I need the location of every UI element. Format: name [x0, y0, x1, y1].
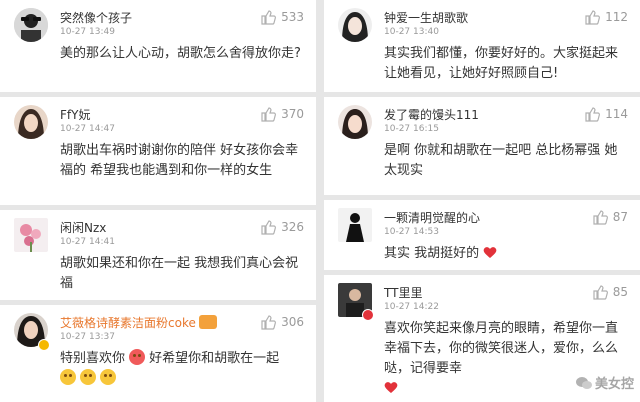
smile-emoji-icon	[60, 369, 76, 385]
username[interactable]: 发了霉的馒头111	[384, 106, 479, 123]
verified-badge-icon	[38, 339, 50, 351]
like-button[interactable]: 370	[260, 106, 304, 122]
avatar[interactable]	[338, 208, 372, 242]
thumbs-up-icon	[585, 107, 601, 122]
username[interactable]: 艾薇格诗酵素洁面粉coke	[60, 314, 217, 331]
like-button[interactable]: 112	[584, 9, 628, 25]
comment-card: 钟爱一生胡歌歌 10-27 13:40 112 其实我们都懂，你要好好的。大家挺…	[324, 0, 640, 92]
smile-emoji-icon	[80, 369, 96, 385]
comment-card: FfY妧 10-27 14:47 370 胡歌出车祸时谢谢你的陪伴 好女孩你会幸…	[0, 97, 316, 205]
username[interactable]: 突然像个孩子	[60, 9, 132, 26]
thumbs-up-icon	[261, 10, 277, 25]
comment-text: 特别喜欢你 好希望你和胡歌在一起	[60, 349, 306, 389]
avatar[interactable]	[14, 105, 48, 139]
username[interactable]: TT里里	[384, 284, 422, 301]
like-button[interactable]: 85	[592, 284, 628, 300]
like-button[interactable]: 87	[592, 209, 628, 225]
comment-text: 美的那么让人心动，胡歌怎么舍得放你走?	[60, 46, 301, 61]
timestamp: 10-27 14:47	[60, 124, 115, 134]
timestamp: 10-27 13:40	[384, 27, 439, 37]
like-count: 87	[612, 210, 628, 224]
like-button[interactable]: 326	[260, 219, 304, 235]
comment-text: 是啊 你就和胡歌在一起吧 总比杨幂强 她太现实	[384, 143, 618, 178]
comment-text: 胡歌如果还和你在一起 我想我们真心会祝福	[60, 256, 299, 291]
like-button[interactable]: 533	[260, 9, 304, 25]
comment-text-part: 其实 我胡挺好的	[384, 246, 480, 261]
comment-text-part: 特别喜欢你	[60, 351, 126, 366]
timestamp: 10-27 14:41	[60, 237, 115, 247]
username[interactable]: FfY妧	[60, 106, 90, 123]
username-label: 艾薇格诗酵素洁面粉coke	[60, 316, 196, 330]
like-button[interactable]: 306	[260, 314, 304, 330]
timestamp: 10-27 13:37	[60, 332, 115, 342]
username[interactable]: 钟爱一生胡歌歌	[384, 9, 468, 26]
thumbs-up-icon	[593, 210, 608, 225]
heart-eyes-emoji-icon	[129, 349, 146, 365]
avatar[interactable]	[14, 218, 48, 252]
username[interactable]: 闲闲Nzx	[60, 219, 106, 236]
like-count: 114	[605, 107, 628, 121]
comment-text-part: 好希望你和胡歌在一起	[149, 351, 280, 366]
comment-card: 艾薇格诗酵素洁面粉coke 10-27 13:37 306 特别喜欢你 好希望你…	[0, 305, 316, 402]
left-comment-column: 突然像个孩子 10-27 13:49 533 美的那么让人心动，胡歌怎么舍得放你…	[0, 0, 316, 402]
thumbs-up-icon	[261, 315, 277, 330]
thumbs-up-icon	[585, 10, 601, 25]
member-crown-icon	[198, 315, 217, 329]
comment-card: 突然像个孩子 10-27 13:49 533 美的那么让人心动，胡歌怎么舍得放你…	[0, 0, 316, 92]
right-comment-column: 钟爱一生胡歌歌 10-27 13:40 112 其实我们都懂，你要好好的。大家挺…	[324, 0, 640, 402]
comment-text: 胡歌出车祸时谢谢你的陪伴 好女孩你会幸福的 希望我也能遇到和你一样的女生	[60, 143, 299, 178]
comment-card: 闲闲Nzx 10-27 14:41 326 胡歌如果还和你在一起 我想我们真心会…	[0, 210, 316, 300]
timestamp: 10-27 13:49	[60, 27, 115, 37]
username[interactable]: 一颗清明觉醒的心	[384, 209, 480, 226]
like-count: 85	[612, 285, 628, 299]
thumbs-up-icon	[261, 107, 277, 122]
wechat-logo-icon	[575, 376, 592, 389]
like-count: 533	[281, 10, 304, 24]
thumbs-up-icon	[261, 220, 277, 235]
timestamp: 10-27 14:22	[384, 302, 439, 312]
heart-emoji-icon	[384, 382, 398, 393]
avatar[interactable]	[338, 105, 372, 139]
like-count: 112	[605, 10, 628, 24]
comment-card: 一颗清明觉醒的心 10-27 14:53 87 其实 我胡挺好的	[324, 200, 640, 270]
watermark-text: 美女控	[594, 377, 634, 392]
avatar[interactable]	[14, 8, 48, 42]
like-count: 370	[281, 107, 304, 121]
like-count: 306	[281, 315, 304, 329]
heart-emoji-icon	[483, 247, 497, 258]
comment-text: 其实我们都懂，你要好好的。大家挺起来让她看见，让她好好照顾自己!	[384, 46, 619, 81]
comment-card: 发了霉的馒头111 10-27 16:15 114 是啊 你就和胡歌在一起吧 总…	[324, 97, 640, 195]
watermark: 美女控	[575, 373, 634, 392]
comment-text: 其实 我胡挺好的	[384, 244, 630, 264]
thumbs-up-icon	[593, 285, 608, 300]
timestamp: 10-27 14:53	[384, 227, 439, 237]
timestamp: 10-27 16:15	[384, 124, 439, 134]
smile-emoji-icon	[100, 369, 116, 385]
comment-text-part: 喜欢你笑起来像月亮的眼睛，希望你一直幸福下去，你的微笑很迷人，爱你，么么哒，记得…	[384, 321, 619, 376]
like-button[interactable]: 114	[584, 106, 628, 122]
verified-badge-icon	[362, 309, 374, 321]
avatar[interactable]	[338, 8, 372, 42]
like-count: 326	[281, 220, 304, 234]
